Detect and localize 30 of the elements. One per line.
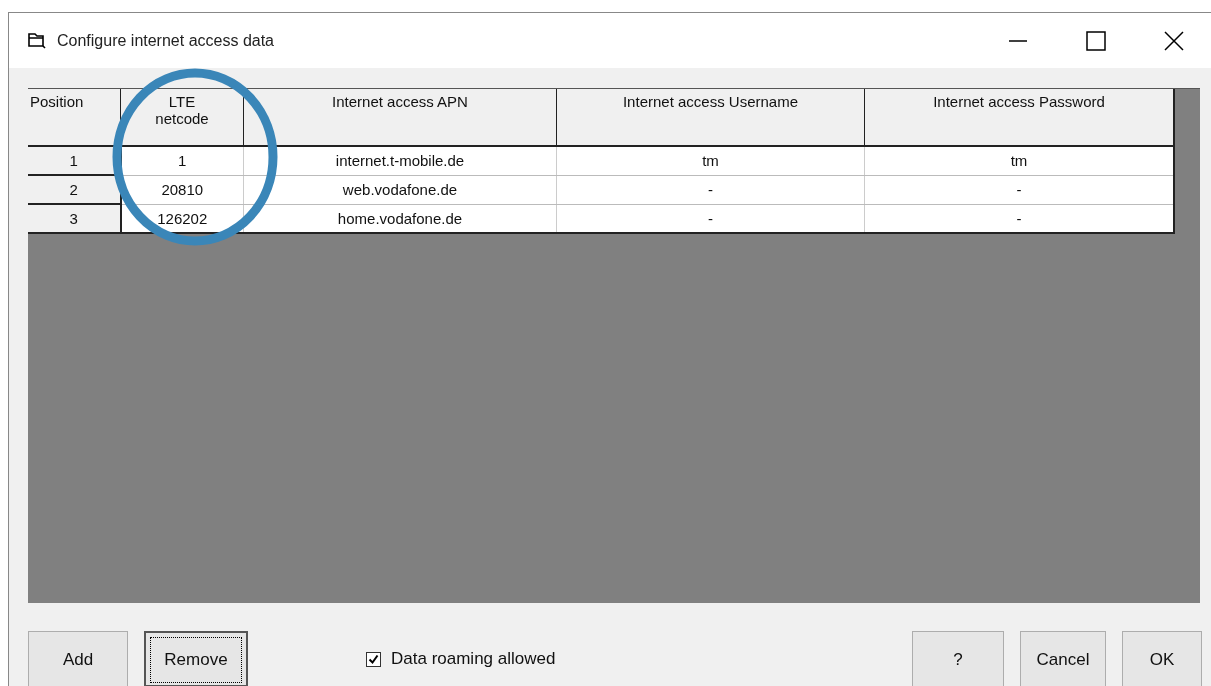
column-header[interactable]: Internet access Username bbox=[556, 89, 865, 146]
row-header: 2 bbox=[28, 175, 121, 204]
table-cell: tm bbox=[864, 146, 1174, 175]
table-cell: - bbox=[864, 175, 1174, 204]
column-header[interactable]: Internet access APN bbox=[243, 89, 557, 146]
maximize-icon[interactable] bbox=[1086, 30, 1106, 51]
table-cell: 20810 bbox=[120, 175, 244, 204]
table-cell: - bbox=[864, 204, 1174, 233]
dialog-button[interactable]: Cancel bbox=[1020, 631, 1106, 686]
table-cell: 126202 bbox=[120, 204, 244, 233]
dialog-button[interactable]: Remove bbox=[144, 631, 248, 686]
dialog-button[interactable]: Add bbox=[28, 631, 128, 686]
dialog-button[interactable]: OK bbox=[1122, 631, 1202, 686]
table-cell: - bbox=[556, 204, 865, 233]
table-cell: tm bbox=[556, 146, 865, 175]
checkmark-icon bbox=[368, 653, 379, 665]
dialog-button[interactable]: ? bbox=[912, 631, 1004, 686]
roaming-checkbox[interactable]: Data roaming allowed bbox=[366, 649, 556, 669]
close-icon[interactable] bbox=[1164, 30, 1184, 51]
column-header[interactable]: LTE netcode bbox=[120, 89, 244, 146]
table-cell: - bbox=[556, 175, 865, 204]
column-header[interactable]: Internet access Password bbox=[864, 89, 1174, 146]
table-cell: 1 bbox=[120, 146, 244, 175]
window-title: Configure internet access data bbox=[57, 31, 274, 50]
table-cell: internet.t-mobile.de bbox=[243, 146, 557, 175]
window-icon bbox=[27, 31, 47, 50]
table-cell: home.vodafone.de bbox=[243, 204, 557, 233]
column-header[interactable]: Position bbox=[28, 89, 121, 146]
table-cell: web.vodafone.de bbox=[243, 175, 557, 204]
row-header: 3 bbox=[28, 204, 121, 233]
